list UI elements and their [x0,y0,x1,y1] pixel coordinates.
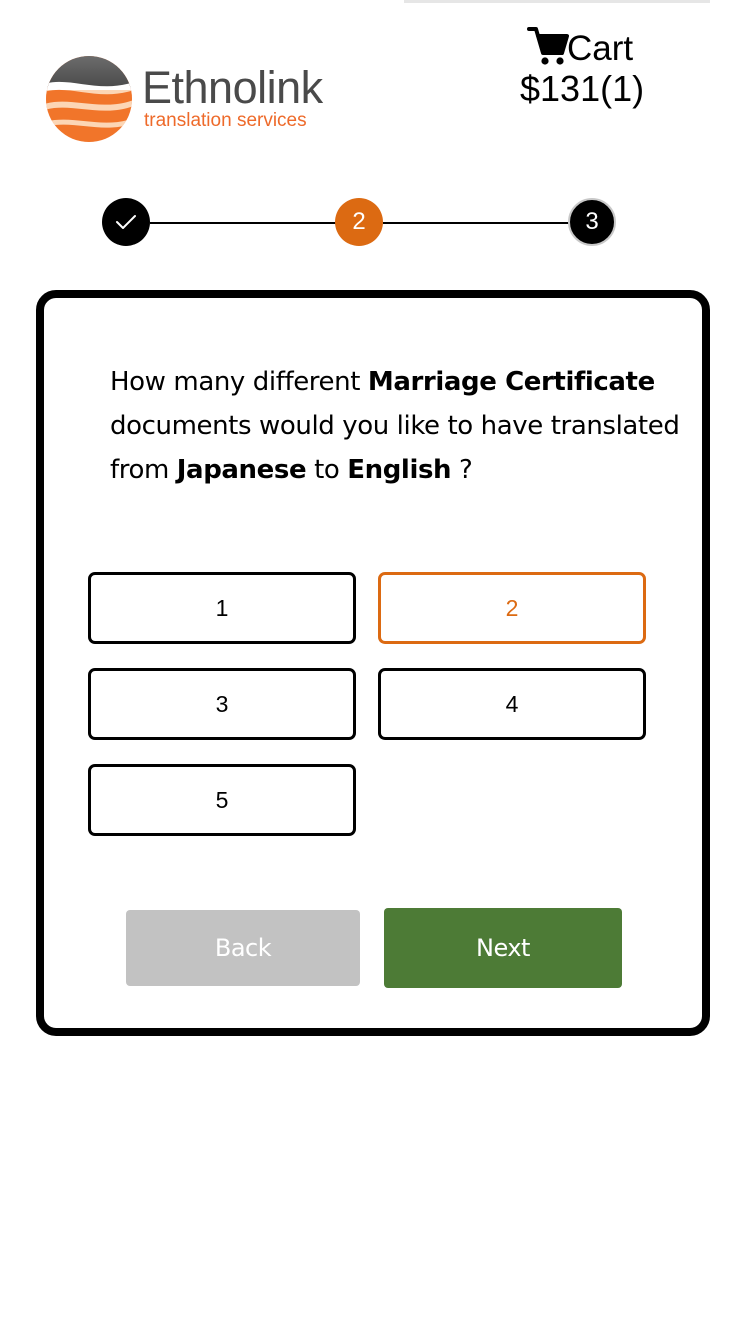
progress-stepper: 2 3 [0,196,748,252]
next-button[interactable]: Next [384,908,622,988]
step-1-complete [102,198,150,246]
brand-name: Ethnolink [142,62,323,113]
cart-icon [527,27,569,65]
quantity-option-2[interactable]: 2 [378,572,646,644]
top-divider [404,0,710,3]
back-button[interactable]: Back [126,910,360,986]
cart-total: $131(1) [520,68,645,109]
question-text: How many different Marriage Certificate … [110,360,700,492]
check-icon [116,215,136,229]
quantity-option-1[interactable]: 1 [88,572,356,644]
source-language: Japanese [176,455,307,485]
document-type: Marriage Certificate [367,367,655,397]
question-prefix: How many different [110,367,368,397]
cart-link[interactable]: Cart $131(1) [500,22,675,112]
brand-tagline: translation services [144,110,307,131]
target-language: English [347,455,452,485]
quantity-option-4[interactable]: 4 [378,668,646,740]
cart-label: Cart [567,29,634,68]
quantity-card: How many different Marriage Certificate … [36,290,710,1036]
question-connector: to [306,455,348,485]
question-suffix: ? [451,455,473,485]
step-2-current: 2 [335,198,383,246]
step-connector [150,222,336,224]
step-connector [383,222,569,224]
step-3-upcoming: 3 [568,198,616,246]
logo-mark-icon [46,56,132,142]
quantity-option-3[interactable]: 3 [88,668,356,740]
brand-logo[interactable]: Ethnolink translation services [44,54,334,146]
quantity-option-5[interactable]: 5 [88,764,356,836]
